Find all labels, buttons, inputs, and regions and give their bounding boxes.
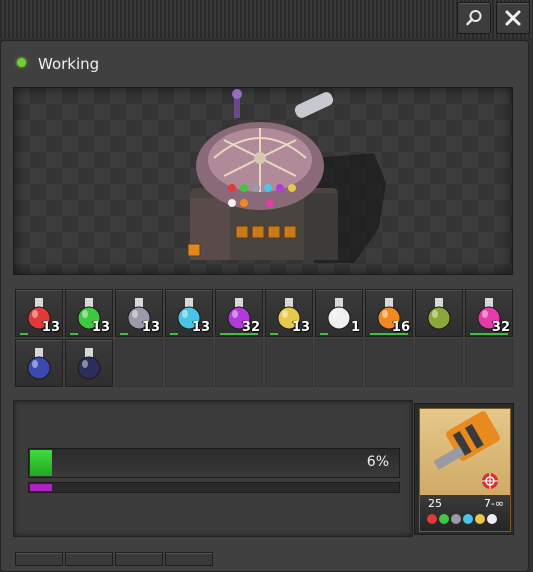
slot-fill-bar — [270, 333, 278, 335]
slot-fill-bar — [220, 333, 258, 335]
input-slot-utility-science-pack[interactable]: 13 — [265, 289, 313, 337]
empty-slot[interactable] — [265, 339, 313, 387]
title-bar — [0, 0, 533, 38]
input-slot-chemical-science-pack[interactable]: 13 — [165, 289, 213, 337]
cryogenic-science-pack-icon — [27, 348, 51, 380]
agricultural-science-pack-icon — [427, 298, 451, 330]
entity-preview[interactable] — [13, 87, 513, 275]
search-icon — [466, 10, 482, 26]
slot-count: 13 — [141, 320, 160, 335]
input-slot-military-science-pack[interactable]: 13 — [115, 289, 163, 337]
slot-count: 13 — [41, 320, 60, 335]
slot-count: 13 — [91, 320, 110, 335]
slot-fill-bar — [120, 333, 128, 335]
empty-slot[interactable] — [215, 339, 263, 387]
slot-fill-bar — [70, 333, 78, 335]
biolab-icon — [187, 89, 386, 263]
slot-count: 1 — [350, 320, 360, 335]
slot-fill-bar — [320, 333, 328, 335]
bonus-progress-bar — [28, 482, 400, 493]
empty-slot[interactable] — [465, 339, 513, 387]
research-progress-fill — [30, 450, 53, 476]
current-technology-card[interactable]: 25 7-∞ — [414, 403, 514, 535]
research-progress-label: 6% — [366, 454, 389, 470]
input-slot-cryogenic-science-pack[interactable] — [15, 339, 63, 387]
empty-slot[interactable] — [365, 339, 413, 387]
search-button[interactable] — [457, 2, 491, 34]
slot-fill-bar — [370, 333, 408, 335]
slot-count: 13 — [291, 320, 310, 335]
space-science-pack-icon — [327, 298, 351, 330]
input-slot-metallurgic-science-pack[interactable]: 16 — [365, 289, 413, 337]
close-icon — [505, 10, 521, 26]
empty-slot[interactable] — [115, 339, 163, 387]
research-progress-bar: 6% — [28, 448, 400, 478]
input-slot-agricultural-science-pack[interactable] — [415, 289, 463, 337]
status-label: Working — [38, 55, 100, 73]
bonus-progress-fill — [30, 484, 53, 491]
close-button[interactable] — [496, 2, 530, 34]
input-slot-electromagnetic-science-pack[interactable]: 32 — [465, 289, 513, 337]
technology-icon-panel: 25 7-∞ — [419, 408, 511, 532]
projectile-damage-icon — [433, 411, 500, 489]
empty-slot[interactable] — [165, 339, 213, 387]
empty-slot[interactable] — [315, 339, 363, 387]
empty-slot[interactable] — [415, 339, 463, 387]
module-slot[interactable] — [15, 552, 63, 566]
required-packs-icon — [427, 514, 497, 524]
input-slot-logistic-science-pack[interactable]: 13 — [65, 289, 113, 337]
module-slot[interactable] — [115, 552, 163, 566]
input-slot-automation-science-pack[interactable]: 13 — [15, 289, 63, 337]
status-indicator-icon — [17, 58, 26, 67]
technology-info-strip: 25 7-∞ — [420, 495, 510, 531]
slot-fill-bar — [170, 333, 178, 335]
slot-count: 13 — [191, 320, 210, 335]
input-slot-space-science-pack[interactable]: 1 — [315, 289, 363, 337]
module-slot[interactable] — [165, 552, 213, 566]
slot-fill-bar — [470, 333, 508, 335]
input-slot-production-science-pack[interactable]: 32 — [215, 289, 263, 337]
slot-fill-bar — [20, 333, 28, 335]
promethium-science-pack-icon — [77, 348, 101, 380]
module-slot[interactable] — [65, 552, 113, 566]
input-slot-promethium-science-pack[interactable] — [65, 339, 113, 387]
